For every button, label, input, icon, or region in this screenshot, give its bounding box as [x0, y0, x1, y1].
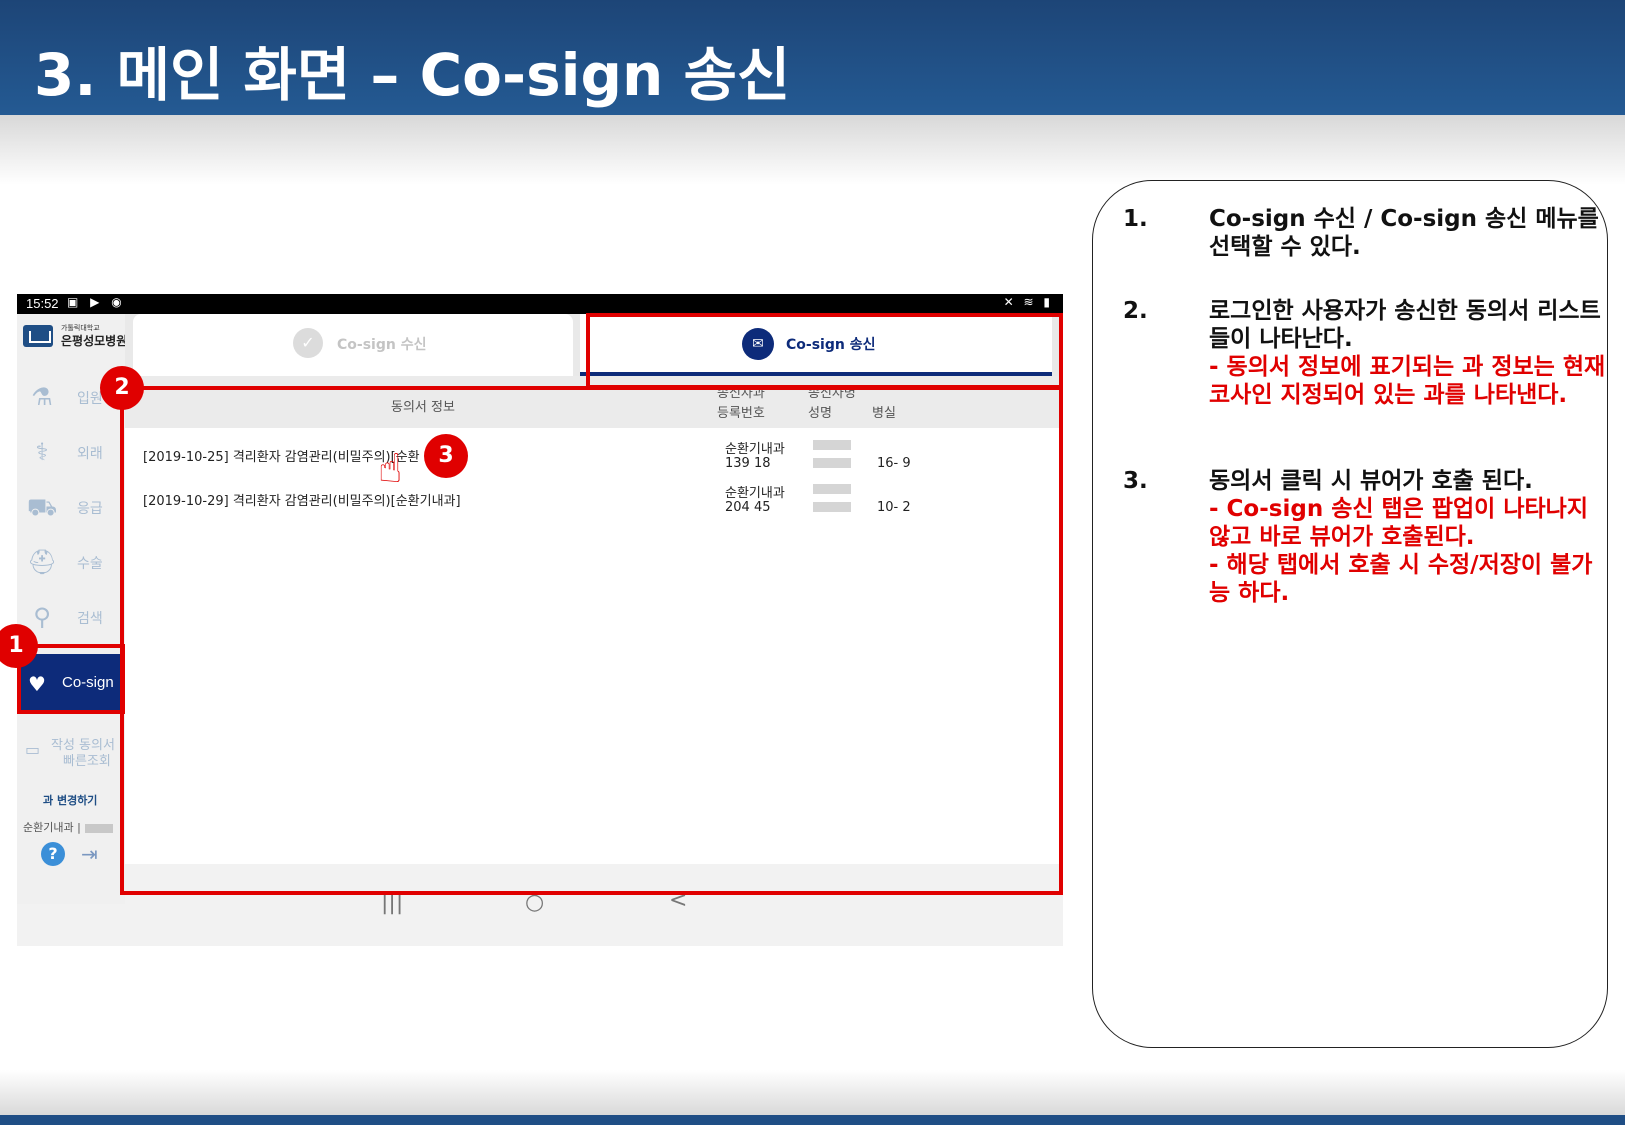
- footer-bar: [0, 1115, 1625, 1125]
- item-note: - 해당 탭에서 호출 시 수정/저장이 불가능 하다.: [1209, 552, 1593, 606]
- item-text: 로그인한 사용자가 송신한 동의서 리스트들이 나타난다.: [1209, 298, 1601, 352]
- blurred-user-name: [84, 823, 113, 833]
- item-number: 1.: [1123, 206, 1148, 232]
- item-text: Co-sign 수신 / Co-sign 송신 메뉴를 선택할 수 있다.: [1209, 206, 1599, 260]
- hospital-logo-icon: [23, 325, 53, 347]
- item-note: - Co-sign 송신 탭은 팝업이 나타나지 않고 바로 뷰어가 호출된다.: [1209, 496, 1588, 550]
- sidebar-item-outpatient[interactable]: ⚕ 외래: [17, 429, 125, 479]
- change-dept-button[interactable]: 과 변경하기: [43, 792, 97, 808]
- item-number: 2.: [1123, 298, 1148, 324]
- header-shadow: [0, 115, 1625, 185]
- search-person-icon: ⚲: [33, 603, 51, 631]
- tap-hand-icon: ☝: [378, 446, 403, 492]
- quick-lookup-button[interactable]: ▭ 작성 동의서 빠른조회: [25, 734, 125, 770]
- iv-drip-icon: ⚗: [31, 383, 53, 411]
- sidebar-item-label: 검색: [77, 611, 103, 627]
- item-note: - 동의서 정보에 표기되는 과 정보는 현재 코사인 지정되어 있는 과를 나…: [1209, 354, 1606, 408]
- sidebar-item-label: 수술: [77, 556, 103, 572]
- quick-lookup-label-2: 빠른조회: [63, 754, 111, 769]
- ambulance-icon: ⛟: [27, 493, 58, 521]
- footer-shadow: [0, 1070, 1625, 1115]
- tab-label: Co-sign 수신: [337, 337, 427, 353]
- explanation-panel: 1. Co-sign 수신 / Co-sign 송신 메뉴를 선택할 수 있다.…: [1092, 180, 1608, 1048]
- annotation-box-2: [120, 386, 1063, 895]
- badge-3: 3: [424, 434, 468, 478]
- item-text: 동의서 클릭 시 뷰어가 호출 된다.: [1209, 468, 1533, 494]
- sidebar-item-label: 외래: [77, 446, 103, 462]
- sidebar-item-emergency[interactable]: ⛟ 응급: [17, 484, 125, 534]
- help-icon[interactable]: ?: [41, 842, 65, 866]
- badge-2: 2: [100, 366, 144, 410]
- doctor-icon: ⚕: [35, 438, 49, 466]
- annotation-box-tab: [586, 313, 1063, 389]
- logout-icon[interactable]: ⇥: [81, 842, 98, 866]
- logo-name: 은평성모병원: [61, 334, 128, 348]
- sidebar-item-surgery[interactable]: ⛑ 수술: [17, 539, 125, 589]
- status-system-icons: ✕ ≋ ▮: [1003, 295, 1053, 309]
- sidebar-item-label: 응급: [77, 501, 103, 517]
- current-dept-label: 순환기내과 |: [23, 821, 81, 834]
- current-dept: 순환기내과 |: [23, 819, 113, 835]
- sidebar-item-label: 입원: [77, 391, 103, 407]
- briefcase-icon: ▭: [25, 740, 41, 759]
- slide-header: 3. 메인 화면 – Co-sign 송신: [0, 0, 1625, 115]
- status-bar: 15:52 ▣ ▶ ◉ ✕ ≋ ▮: [17, 294, 1063, 314]
- slide-title: 3. 메인 화면 – Co-sign 송신: [34, 41, 791, 109]
- check-circle-icon: ✓: [293, 328, 323, 358]
- tab-cosign-receive[interactable]: ✓ Co-sign 수신: [133, 314, 573, 376]
- status-notification-icons: ▣ ▶ ◉: [67, 295, 126, 309]
- item-number: 3.: [1123, 468, 1148, 494]
- surgery-bed-icon: ⛑: [27, 548, 58, 576]
- status-time: 15:52: [26, 296, 59, 311]
